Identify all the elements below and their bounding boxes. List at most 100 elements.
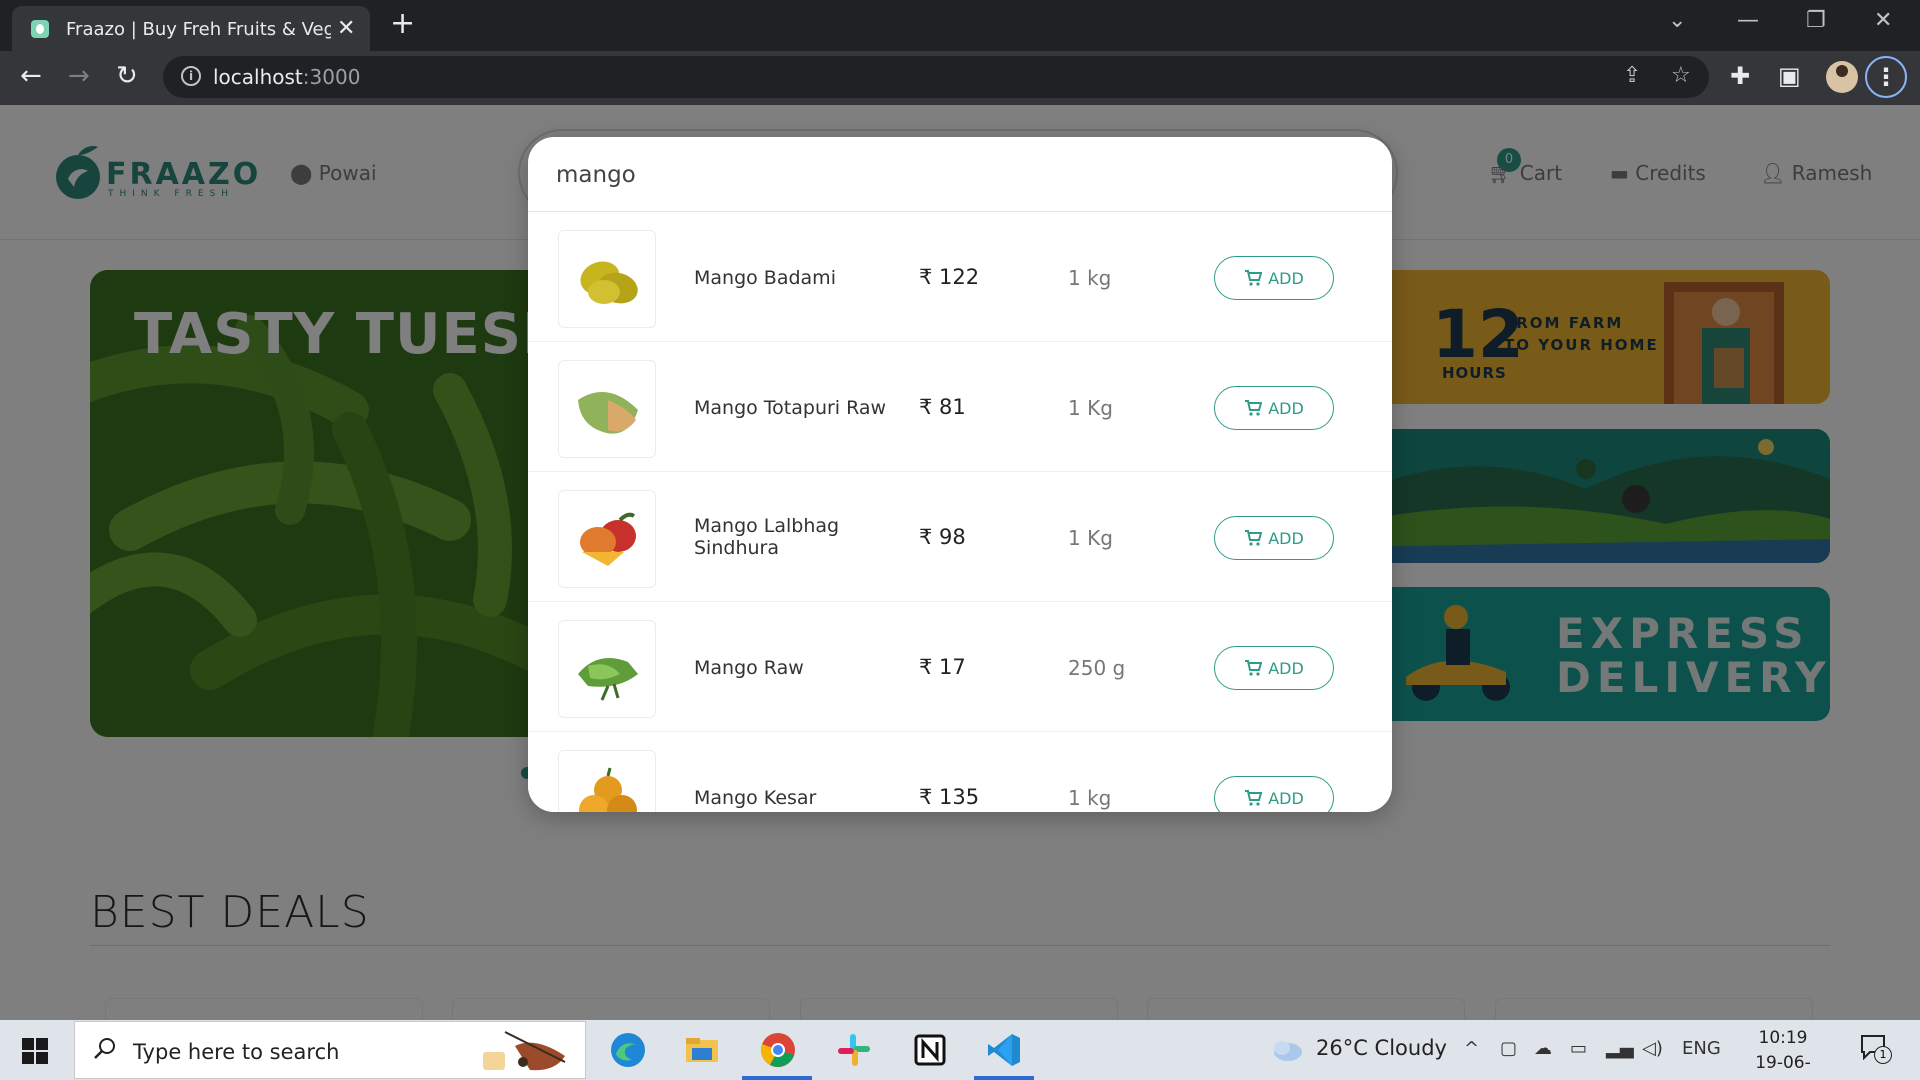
search-result-item[interactable]: Mango Totapuri Raw ₹ 81 1 Kg ADD [528,342,1392,472]
product-quantity: 1 kg [1068,786,1112,810]
product-name[interactable]: Mango Raw [694,657,894,679]
notification-center-icon[interactable]: 1 [1860,1034,1892,1064]
search-icon [94,1038,115,1059]
new-tab-button[interactable]: + [390,8,415,40]
close-window-button[interactable]: ✕ [1874,8,1892,33]
cart-add-icon [1244,530,1263,546]
search-modal: Mango Badami ₹ 122 1 kg ADD Mango Totapu… [528,137,1392,812]
add-to-cart-button[interactable]: ADD [1214,516,1334,560]
product-name[interactable]: Mango Badami [694,267,894,289]
product-price: ₹ 17 [919,655,966,679]
product-name[interactable]: Mango Kesar [694,787,894,809]
add-label: ADD [1268,398,1304,418]
extensions-icon[interactable]: ✚ [1730,62,1750,90]
clock-date: 19-06-2022 [1755,1053,1811,1080]
browser-toolbar: ← → ↻ i localhost:3000 ⇪ ☆ ✚ ▣ ⋮ [0,51,1920,105]
url-port: :3000 [302,65,361,89]
back-arrow-icon[interactable]: ← [20,61,42,91]
volume-icon[interactable]: ◁) [1642,1038,1663,1059]
product-quantity: 250 g [1068,656,1126,680]
mango-kesar-image [579,767,637,812]
forward-arrow-icon[interactable]: → [68,61,90,91]
notion-app-icon[interactable] [910,1030,950,1070]
share-icon[interactable]: ⇪ [1623,63,1641,88]
product-image [558,750,656,812]
tab-search-icon[interactable]: ⌄ [1668,8,1686,33]
product-price: ₹ 81 [919,395,966,419]
battery-icon[interactable]: ▭ [1570,1038,1587,1059]
add-label: ADD [1268,528,1304,548]
mango-totapuri-image [578,392,638,434]
search-highlight-illustration [483,1031,566,1071]
add-to-cart-button[interactable]: ADD [1214,776,1334,812]
slack-app-icon[interactable] [834,1030,874,1070]
search-results-list[interactable]: Mango Badami ₹ 122 1 kg ADD Mango Totapu… [528,212,1392,812]
reload-icon[interactable]: ↻ [116,61,138,91]
mango-lalbhag-image [580,512,636,566]
mango-raw-image [578,658,638,701]
search-result-item[interactable]: Mango Lalbhag Sindhura ₹ 98 1 Kg ADD [528,472,1392,602]
search-result-item[interactable]: Mango Badami ₹ 122 1 kg ADD [528,212,1392,342]
url-host: localhost [213,65,303,89]
taskbar-search-placeholder: Type here to search [133,1040,340,1064]
search-result-item[interactable]: Mango Kesar ₹ 135 1 kg ADD [528,732,1392,812]
edge-app-icon[interactable] [608,1030,648,1070]
weather-text[interactable]: 26°C Cloudy [1316,1036,1447,1060]
profile-avatar[interactable] [1826,61,1858,93]
file-explorer-icon[interactable] [682,1030,722,1070]
bookmark-star-icon[interactable]: ☆ [1671,63,1691,88]
product-image [558,230,656,328]
browser-tab-strip: Fraazo | Buy Freh Fruits & Vegitables ✕ … [0,0,1920,51]
clock-time: 10:19 [1758,1028,1808,1048]
vscode-app-icon[interactable] [984,1030,1024,1070]
product-name[interactable]: Mango Totapuri Raw [694,397,894,419]
site-info-icon[interactable]: i [181,66,201,86]
active-app-indicator [742,1076,812,1080]
windows-taskbar: Type here to search 26°C Cloudy ^ ▢ ☁ ▭ … [0,1020,1920,1080]
taskbar-search-box[interactable]: Type here to search [74,1021,586,1079]
notification-count-badge: 1 [1874,1046,1892,1064]
add-label: ADD [1268,658,1304,678]
add-to-cart-button[interactable]: ADD [1214,386,1334,430]
meet-now-icon[interactable]: ▢ [1500,1038,1517,1059]
add-label: ADD [1268,268,1304,288]
windows-start-icon[interactable] [22,1038,48,1064]
favicon-icon [31,20,49,38]
product-quantity: 1 kg [1068,266,1112,290]
url-text[interactable]: localhost:3000 [213,65,360,89]
product-price: ₹ 98 [919,525,966,549]
add-to-cart-button[interactable]: ADD [1214,646,1334,690]
active-app-indicator [974,1076,1034,1080]
modal-search-bar [528,137,1392,212]
tab-title: Fraazo | Buy Freh Fruits & Vegitables [66,19,331,40]
cart-add-icon [1244,660,1263,676]
onedrive-icon[interactable]: ☁ [1534,1038,1552,1059]
cloudy-weather-icon [1274,1041,1302,1061]
search-result-item[interactable]: Mango Raw ₹ 17 250 g ADD [528,602,1392,732]
minimize-button[interactable]: — [1737,8,1759,33]
browser-tab[interactable]: Fraazo | Buy Freh Fruits & Vegitables ✕ [12,6,370,51]
system-clock[interactable]: 10:19 19-06-2022 [1738,1026,1828,1080]
language-indicator[interactable]: ENG [1682,1038,1721,1059]
search-input[interactable] [556,155,1356,195]
restore-button[interactable]: ❐ [1806,8,1826,33]
product-price: ₹ 122 [919,265,980,289]
address-bar[interactable]: i localhost:3000 ⇪ ☆ [163,56,1709,98]
show-hidden-icons-icon[interactable]: ^ [1464,1038,1479,1059]
tab-close-icon[interactable]: ✕ [337,16,355,41]
cart-add-icon [1244,270,1263,286]
cart-add-icon [1244,400,1263,416]
product-quantity: 1 Kg [1068,526,1113,550]
browser-menu-icon[interactable]: ⋮ [1865,56,1907,98]
product-image [558,620,656,718]
add-to-cart-button[interactable]: ADD [1214,256,1334,300]
side-panel-icon[interactable]: ▣ [1778,62,1801,90]
chrome-app-icon[interactable] [758,1030,798,1070]
product-name[interactable]: Mango Lalbhag Sindhura [694,515,894,559]
add-label: ADD [1268,788,1304,808]
product-price: ₹ 135 [919,785,980,809]
product-image [558,490,656,588]
network-icon[interactable]: ▂▄ [1606,1038,1634,1059]
mango-badami-image [580,261,638,304]
product-quantity: 1 Kg [1068,396,1113,420]
